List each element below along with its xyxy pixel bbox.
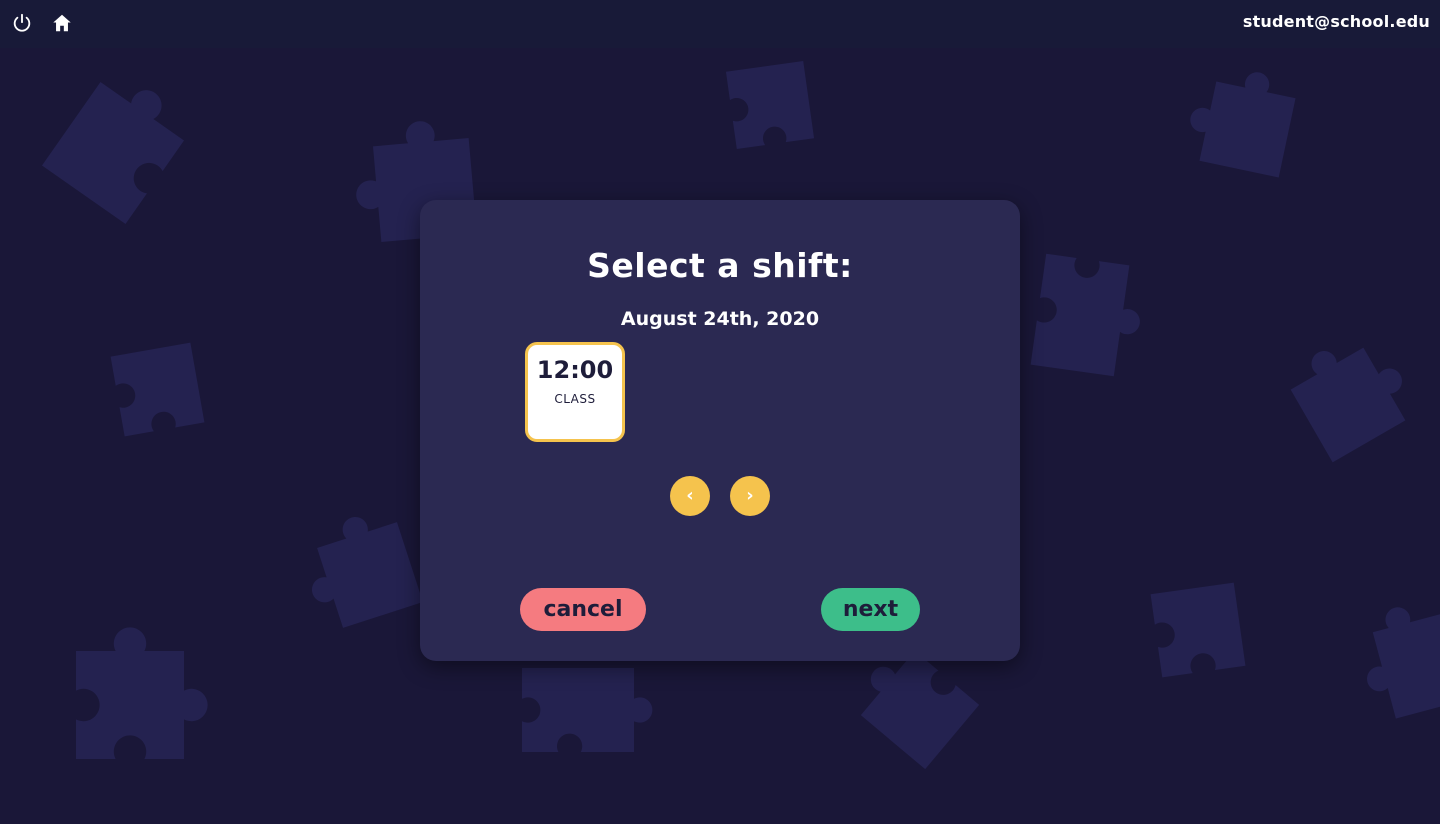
cancel-button[interactable]: cancel xyxy=(520,588,646,631)
top-bar: student@school.edu xyxy=(0,0,1440,48)
puzzle-piece-icon xyxy=(1190,72,1296,178)
shift-card[interactable]: 12:00 CLASS xyxy=(525,342,625,442)
shift-time: 12:00 xyxy=(536,356,614,384)
puzzle-piece-icon xyxy=(1290,347,1406,463)
puzzle-piece-icon xyxy=(110,342,205,437)
power-icon[interactable] xyxy=(11,12,33,34)
shift-selection-dialog: Select a shift: August 24th, 2020 12:00 … xyxy=(420,200,1020,661)
next-button[interactable]: next xyxy=(821,588,920,631)
puzzle-piece-icon xyxy=(522,668,653,752)
puzzle-piece-icon xyxy=(1367,607,1440,719)
puzzle-piece-icon xyxy=(1150,582,1246,678)
puzzle-piece-icon xyxy=(41,81,185,225)
shift-date: August 24th, 2020 xyxy=(620,308,820,330)
puzzle-piece-icon xyxy=(725,60,815,150)
puzzle-piece-icon xyxy=(76,627,208,759)
puzzle-piece-icon xyxy=(1030,253,1140,377)
shift-type: CLASS xyxy=(554,392,596,406)
home-icon[interactable] xyxy=(51,12,73,34)
next-page-button[interactable]: › xyxy=(730,476,770,516)
user-email: student@school.edu xyxy=(1242,12,1430,31)
puzzle-piece-icon xyxy=(312,517,423,628)
previous-page-button[interactable]: ‹ xyxy=(670,476,710,516)
puzzle-piece-icon xyxy=(860,650,980,770)
dialog-title: Select a shift: xyxy=(587,246,853,285)
